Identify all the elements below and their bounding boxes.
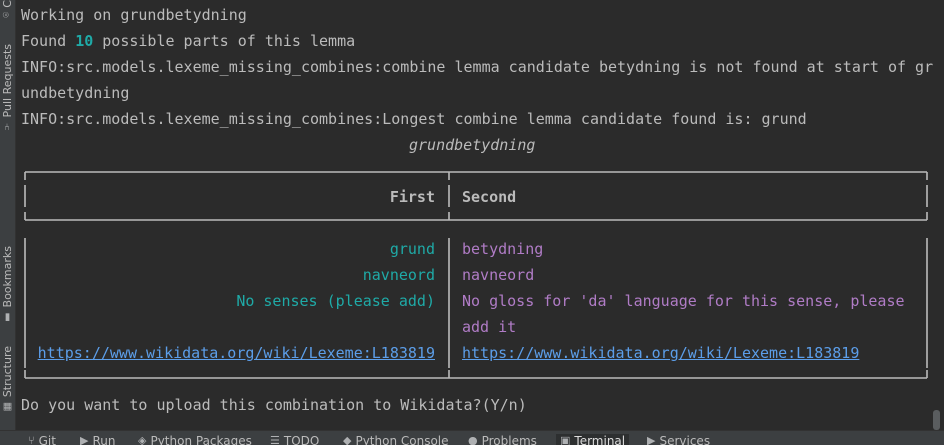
lexeme-link[interactable]: https://www.wikidata.org/wiki/Lexeme:L18… [462, 344, 859, 362]
bottom-tool-strip: ⑂ Git ▶ Run ◈ Python Packages ☰ TODO ◆ P… [0, 430, 944, 445]
table-cell-first: navneord [362, 266, 435, 284]
tab-todo[interactable]: ☰ TODO [270, 434, 319, 445]
tab-run[interactable]: ▶ Run [80, 434, 115, 445]
commit-icon: ⌾ [1, 11, 13, 18]
tool-tab-label: Structure [1, 346, 14, 398]
tab-label: Run [92, 434, 116, 445]
terminal-icon: ▣ [560, 434, 571, 445]
table-cell-second: No gloss for 'da' language for this sens… [462, 292, 905, 310]
table-cell-first: https://www.wikidata.org/wiki/Lexeme:L18… [21, 343, 435, 363]
tab-git[interactable]: ⑂ Git [28, 434, 56, 445]
tool-tab-label: C [1, 0, 14, 8]
python-console-icon: ◆ [343, 434, 352, 445]
tool-tab-structure[interactable]: ▦ Structure [0, 346, 15, 412]
table-cell-second: navneord [462, 266, 535, 284]
left-tool-strip: ⌾ C ⑂ Pull Requests ▮ Bookmarks ▦ Struct… [0, 0, 16, 430]
git-branch-icon: ⑂ [28, 434, 35, 445]
table-cell-first [21, 317, 435, 337]
table-cell-second: add it [462, 318, 517, 336]
tab-label: Problems [481, 434, 537, 445]
tab-label: Git [38, 434, 56, 445]
terminal-output[interactable]: Working on grundbetydning Found 10 possi… [21, 0, 933, 430]
tab-label: Python Packages [150, 434, 252, 445]
upload-prompt: Do you want to upload this combination t… [21, 396, 527, 414]
lexeme-link[interactable]: https://www.wikidata.org/wiki/Lexeme:L18… [38, 344, 435, 362]
scrollbar-thumb[interactable] [933, 410, 940, 430]
tab-problems[interactable]: ● Problems [468, 434, 537, 445]
structure-icon: ▦ [2, 401, 13, 413]
problems-icon: ● [468, 434, 478, 445]
column-header-second: Second [462, 188, 517, 206]
table-cell-first: grund [389, 240, 435, 258]
column-header-first: First [389, 188, 435, 206]
tab-label: TODO [283, 434, 320, 445]
table-cell-second: betydning [462, 240, 544, 258]
tool-tab-label: Bookmarks [1, 246, 14, 308]
tab-label: Services [659, 434, 711, 445]
todo-icon: ☰ [270, 434, 280, 445]
table-cell-first: No senses (please add) [236, 292, 435, 310]
table-cell-second: https://www.wikidata.org/wiki/Lexeme:L18… [462, 343, 859, 363]
bookmark-icon: ▮ [2, 311, 13, 323]
tool-tab-bookmarks[interactable]: ▮ Bookmarks [0, 246, 15, 322]
tool-tab-label: Pull Requests [1, 44, 14, 118]
pull-request-icon: ⑂ [2, 121, 13, 132]
tool-tab-pull-requests[interactable]: ⑂ Pull Requests [0, 44, 15, 131]
tab-label: Terminal [574, 434, 626, 445]
packages-icon: ◈ [138, 434, 147, 445]
tool-tab-commit[interactable]: ⌾ C [0, 0, 15, 18]
tab-python-packages[interactable]: ◈ Python Packages [138, 434, 252, 445]
services-icon: ▶ [647, 434, 656, 445]
tab-python-console[interactable]: ◆ Python Console [343, 434, 449, 445]
tab-services[interactable]: ▶ Services [647, 434, 710, 445]
run-icon: ▶ [80, 434, 89, 445]
tab-terminal[interactable]: ▣ Terminal [556, 434, 630, 445]
tab-label: Python Console [355, 434, 449, 445]
